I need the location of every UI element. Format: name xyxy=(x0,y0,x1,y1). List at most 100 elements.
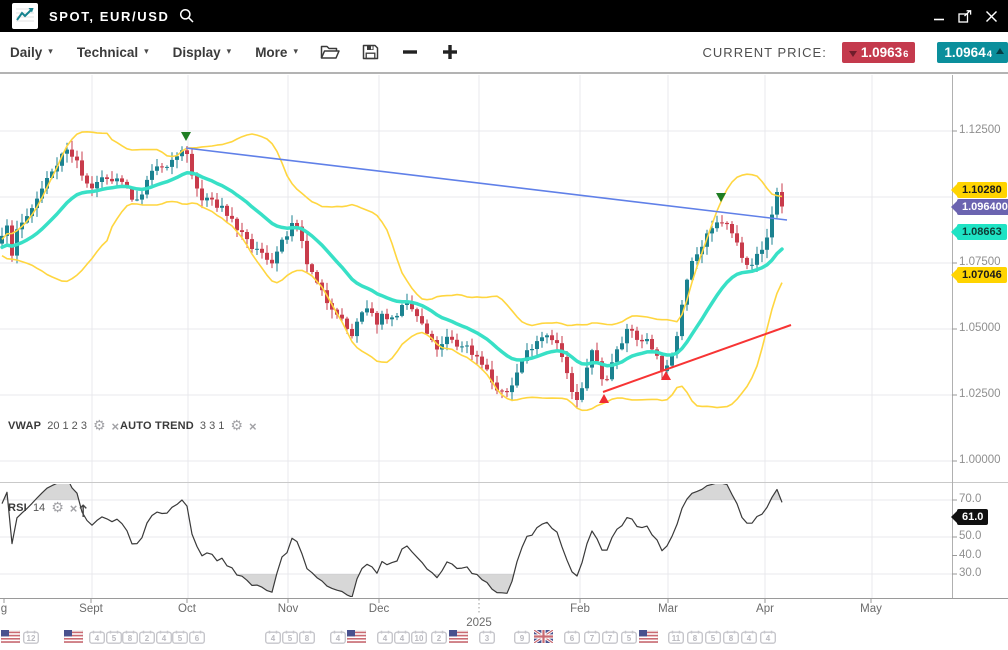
candle-body xyxy=(150,171,154,180)
technical-menu[interactable]: Technical▾ xyxy=(77,45,149,60)
close-icon[interactable] xyxy=(982,7,1000,25)
candle-body xyxy=(285,236,289,239)
timeframe-menu[interactable]: Daily▾ xyxy=(10,45,53,60)
calendar-event-icon[interactable]: 4 xyxy=(265,630,281,644)
calendar-event-icon[interactable]: 3 xyxy=(479,630,495,644)
rsi-remove-icon[interactable]: × xyxy=(70,502,78,515)
calendar-event-icon[interactable]: 12 xyxy=(23,630,39,644)
vwap-settings-gear-icon[interactable]: ⚙ xyxy=(93,419,106,433)
candle-body xyxy=(185,150,189,154)
candle-body xyxy=(635,331,639,340)
calendar-event-icon[interactable]: 4 xyxy=(330,630,346,644)
auto-trend-remove-icon[interactable]: × xyxy=(249,420,257,433)
uk-flag-icon[interactable] xyxy=(534,630,553,643)
calendar-event-icon[interactable]: 8 xyxy=(723,630,739,644)
candle-body xyxy=(280,240,284,252)
calendar-event-icon[interactable]: 2 xyxy=(431,630,447,644)
us-flag-icon[interactable] xyxy=(449,630,468,643)
calendar-event-icon[interactable]: 4 xyxy=(89,630,105,644)
calendar-event-icon[interactable]: 5 xyxy=(282,630,298,644)
calendar-event-icon[interactable]: 5 xyxy=(705,630,721,644)
app-logo-icon xyxy=(12,3,38,29)
calendar-event-icon[interactable]: 4 xyxy=(760,630,776,644)
more-menu[interactable]: More▾ xyxy=(255,45,298,60)
chevron-down-icon: ▾ xyxy=(293,47,298,57)
svg-text:2: 2 xyxy=(437,634,442,643)
us-flag-icon[interactable] xyxy=(639,630,658,643)
ascending-support-trendline[interactable] xyxy=(603,325,791,392)
candle-body xyxy=(355,322,359,336)
chevron-down-icon: ▾ xyxy=(48,47,53,57)
calendar-event-icon[interactable]: 5 xyxy=(621,630,637,644)
candle-body xyxy=(215,200,219,208)
rsi-settings-gear-icon[interactable]: ⚙ xyxy=(51,501,64,515)
candle-body xyxy=(565,357,569,373)
calendar-event-icon[interactable]: 2 xyxy=(139,630,155,644)
chart-canvas[interactable]: ↑ xyxy=(0,0,1008,650)
calendar-event-icon[interactable]: 5 xyxy=(172,630,188,644)
candle-body xyxy=(575,392,579,400)
display-menu[interactable]: Display▾ xyxy=(173,45,232,60)
popout-button[interactable] xyxy=(956,7,974,25)
descending-resistance-trendline[interactable] xyxy=(186,148,787,220)
svg-text:8: 8 xyxy=(305,634,310,643)
calendar-event-icon[interactable]: 4 xyxy=(394,630,410,644)
indicator-params: 3 3 1 xyxy=(200,420,224,432)
calendar-event-icon[interactable]: 6 xyxy=(189,630,205,644)
minimize-button[interactable] xyxy=(930,7,948,25)
candle-body xyxy=(620,343,624,349)
price-axis-label: 1.12500 xyxy=(959,124,1001,136)
month-label: Nov xyxy=(278,603,298,615)
candle-body xyxy=(455,340,459,347)
candle-body xyxy=(745,258,749,265)
indicator-name: AUTO TREND xyxy=(120,420,194,432)
calendar-event-icon[interactable]: 8 xyxy=(299,630,315,644)
candle-body xyxy=(485,365,489,370)
vwap-remove-icon[interactable]: × xyxy=(112,420,120,433)
rsi-axis-label: 50.0 xyxy=(959,530,981,542)
month-label: Oct xyxy=(178,603,196,615)
year-label: 2025 xyxy=(466,617,492,629)
svg-text:4: 4 xyxy=(383,634,388,643)
zoom-in-button[interactable] xyxy=(441,43,459,61)
open-folder-icon[interactable] xyxy=(320,44,340,60)
calendar-event-icon[interactable]: 7 xyxy=(602,630,618,644)
calendar-event-icon[interactable]: 10 xyxy=(411,630,427,644)
candle-body xyxy=(650,339,654,349)
candle-body xyxy=(385,314,389,319)
candle-body xyxy=(350,329,354,336)
search-icon[interactable] xyxy=(179,8,195,24)
candle-body xyxy=(230,216,234,219)
candle-body xyxy=(205,198,209,201)
svg-text:4: 4 xyxy=(162,634,167,643)
candle-body xyxy=(90,184,94,189)
save-icon[interactable] xyxy=(362,44,379,60)
calendar-event-icon[interactable]: 6 xyxy=(564,630,580,644)
candle-body xyxy=(245,232,249,239)
candle-body xyxy=(590,350,594,367)
candle-body xyxy=(530,349,534,350)
svg-text:4: 4 xyxy=(766,634,771,643)
candle-body xyxy=(595,350,599,361)
candle-body xyxy=(420,316,424,323)
calendar-event-icon[interactable]: 4 xyxy=(377,630,393,644)
calendar-event-icon[interactable]: 7 xyxy=(584,630,600,644)
zoom-out-button[interactable] xyxy=(401,43,419,61)
candle-body xyxy=(265,253,269,260)
calendar-event-icon[interactable]: 9 xyxy=(514,630,530,644)
us-flag-icon[interactable] xyxy=(347,630,366,643)
candle-body xyxy=(85,176,89,184)
candle-body xyxy=(270,260,274,264)
calendar-event-icon[interactable]: 8 xyxy=(687,630,703,644)
us-flag-icon[interactable] xyxy=(1,630,20,643)
calendar-event-icon[interactable]: 8 xyxy=(122,630,138,644)
us-flag-icon[interactable] xyxy=(64,630,83,643)
calendar-event-icon[interactable]: 5 xyxy=(106,630,122,644)
calendar-event-icon[interactable]: 11 xyxy=(668,630,684,644)
calendar-event-icon[interactable]: 4 xyxy=(156,630,172,644)
svg-text:5: 5 xyxy=(711,634,716,643)
auto-trend-settings-gear-icon[interactable]: ⚙ xyxy=(230,419,243,433)
calendar-event-icon[interactable]: 4 xyxy=(741,630,757,644)
month-label: Mar xyxy=(658,603,678,615)
candle-body xyxy=(570,373,574,392)
